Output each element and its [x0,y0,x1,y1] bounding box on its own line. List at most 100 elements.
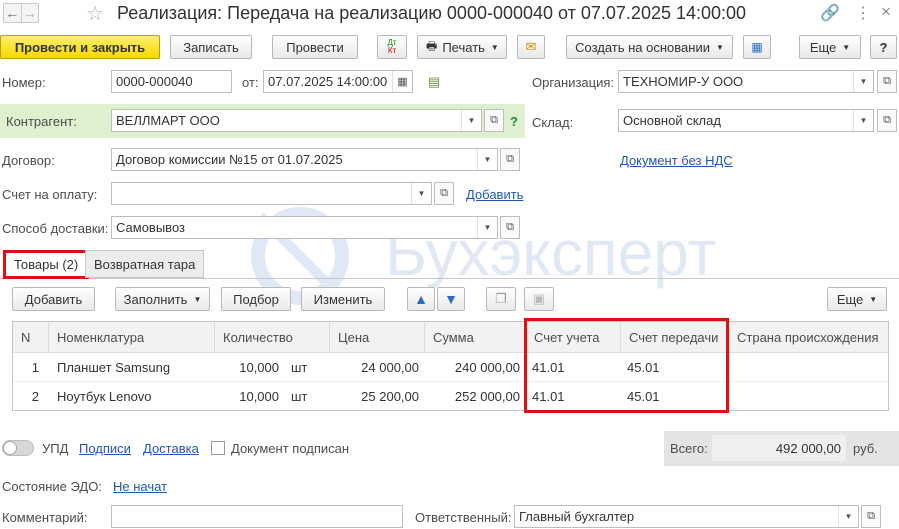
delivery-link[interactable]: Доставка [143,441,199,456]
chevron-down-icon[interactable]: ▼ [853,110,873,131]
signed-checkbox[interactable] [211,441,225,455]
arrow-down-icon: ▼ [444,291,458,307]
number-field[interactable]: 0000-000040 [111,70,232,93]
chevron-down-icon: ▼ [869,294,878,304]
counterparty-open-button[interactable]: ⧉ [484,109,504,132]
item-sum: 240 000,00 [454,360,520,375]
delivery-value: Самовывоз [116,220,185,235]
chevron-down-icon[interactable]: ▼ [838,506,858,527]
calendar-icon[interactable]: ▦ [392,71,412,92]
responsible-value: Главный бухгалтер [519,509,635,524]
copy-button[interactable]: ❐ [486,287,516,311]
chevron-down-icon: ▼ [193,294,202,304]
paste-button[interactable]: ▣ [524,287,554,311]
org-field[interactable]: ТЕХНОМИР-У ООО ▼ [618,70,874,93]
contract-open-button[interactable]: ⧉ [500,148,520,171]
responsible-open-button[interactable]: ⧉ [861,505,881,528]
chevron-down-icon[interactable]: ▼ [477,149,497,170]
col-country[interactable]: Страна происхождения [729,322,888,353]
contract-field[interactable]: Договор комиссии №15 от 01.07.2025 ▼ [111,148,498,171]
chevron-down-icon: ▼ [490,42,499,52]
item-qty: 10,000 [239,360,279,375]
more-vert-icon[interactable]: ⋮ [855,3,871,23]
edit-button[interactable]: Изменить [301,287,385,311]
org-value: ТЕХНОМИР-У ООО [623,74,744,89]
table-row[interactable]: 2 Ноутбук Lenovo 10,000 шт 25 200,00 252… [13,382,888,411]
col-price[interactable]: Цена [330,322,425,353]
chevron-down-icon[interactable]: ▼ [853,71,873,92]
edo-status-link[interactable]: Не начат [113,479,167,494]
tab-returnable-packaging[interactable]: Возвратная тара [85,250,205,278]
total-field: 492 000,00 [712,435,846,461]
post-button[interactable]: Провести [272,35,358,59]
fill-button[interactable]: Заполнить ▼ [115,287,210,311]
warehouse-open-button[interactable]: ⧉ [877,109,897,132]
comment-field[interactable] [111,505,403,528]
invoice-open-button[interactable]: ⧉ [434,182,454,205]
help-icon[interactable]: ? [510,114,518,129]
move-down-button[interactable]: ▼ [437,287,465,311]
link-icon[interactable]: 🔗 [820,3,840,23]
chevron-down-icon[interactable]: ▼ [461,110,481,131]
tab-goods[interactable]: Товары (2) [3,250,90,279]
help-button[interactable]: ? [870,35,897,59]
title-bar: ← → ☆ Реализация: Передача на реализацию… [0,0,899,28]
document-list-icon[interactable]: ▤ [428,74,440,90]
delivery-field[interactable]: Самовывоз ▼ [111,216,498,239]
table-more-label: Еще [836,291,864,307]
signed-label: Документ подписан [231,441,350,456]
table-row[interactable]: 1 Планшет Samsung 10,000 шт 24 000,00 24… [13,353,888,382]
add-invoice-link[interactable]: Добавить [466,187,523,202]
contract-label: Договор: [2,153,55,168]
signatures-link[interactable]: Подписи [79,441,131,456]
create-based-button[interactable]: Создать на основании ▼ [566,35,733,59]
vat-link[interactable]: Документ без НДС [620,153,733,168]
move-up-button[interactable]: ▲ [407,287,435,311]
warehouse-field[interactable]: Основной склад ▼ [618,109,874,132]
col-name[interactable]: Номенклатура [49,322,215,353]
chevron-down-icon: ▼ [715,42,724,52]
invoice-label: Счет на оплату: [2,187,98,202]
favorite-star-icon[interactable]: ☆ [86,1,104,26]
col-sum[interactable]: Сумма [425,322,526,353]
arrow-right-icon[interactable]: → [22,4,39,22]
more-button[interactable]: Еще ▼ [799,35,861,59]
date-field[interactable]: 07.07.2025 14:00:00 ▦ [263,70,413,93]
select-button[interactable]: Подбор [221,287,291,311]
dtkt-button[interactable]: Дт Кт [377,35,407,59]
responsible-field[interactable]: Главный бухгалтер ▼ [514,505,859,528]
col-qty[interactable]: Количество [215,322,330,353]
item-name: Планшет Samsung [57,360,171,375]
back-button[interactable]: ← → [3,3,39,23]
upd-toggle[interactable] [2,440,34,456]
table-more-button[interactable]: Еще ▼ [827,287,887,311]
counterparty-field[interactable]: ВЕЛЛМАРТ ООО ▼ [111,109,482,132]
save-button[interactable]: Записать [170,35,252,59]
fill-label: Заполнить [123,291,188,307]
arrow-left-icon[interactable]: ← [4,4,22,22]
add-row-button[interactable]: Добавить [12,287,95,311]
chevron-down-icon[interactable]: ▼ [411,183,431,204]
tab-goods-label: Товары (2) [14,257,79,272]
comment-label: Комментарий: [2,510,88,525]
table-header: N Номенклатура Количество Цена Сумма Сче… [13,322,888,353]
create-based-label: Создать на основании [575,39,710,55]
org-label: Организация: [532,75,615,90]
responsible-label: Ответственный: [415,510,512,525]
item-unit: шт [291,389,308,404]
goods-table: N Номенклатура Количество Цена Сумма Сче… [12,321,889,411]
email-button[interactable]: ✉ [517,35,545,59]
org-open-button[interactable]: ⧉ [877,70,897,93]
counterparty-label: Контрагент: [6,114,77,129]
upd-label: УПД [42,441,69,456]
col-n[interactable]: N [13,322,49,353]
chevron-down-icon[interactable]: ▼ [477,217,497,238]
delivery-open-button[interactable]: ⧉ [500,216,520,239]
close-icon[interactable]: × [881,2,891,22]
row-number: 2 [31,389,39,404]
post-close-button[interactable]: Провести и закрыть [0,35,160,59]
print-button[interactable]: 🖶 Печать ▼ [417,35,507,59]
structure-button[interactable]: ▦ [743,35,771,59]
invoice-field[interactable]: ▼ [111,182,432,205]
warehouse-value: Основной склад [623,113,721,128]
